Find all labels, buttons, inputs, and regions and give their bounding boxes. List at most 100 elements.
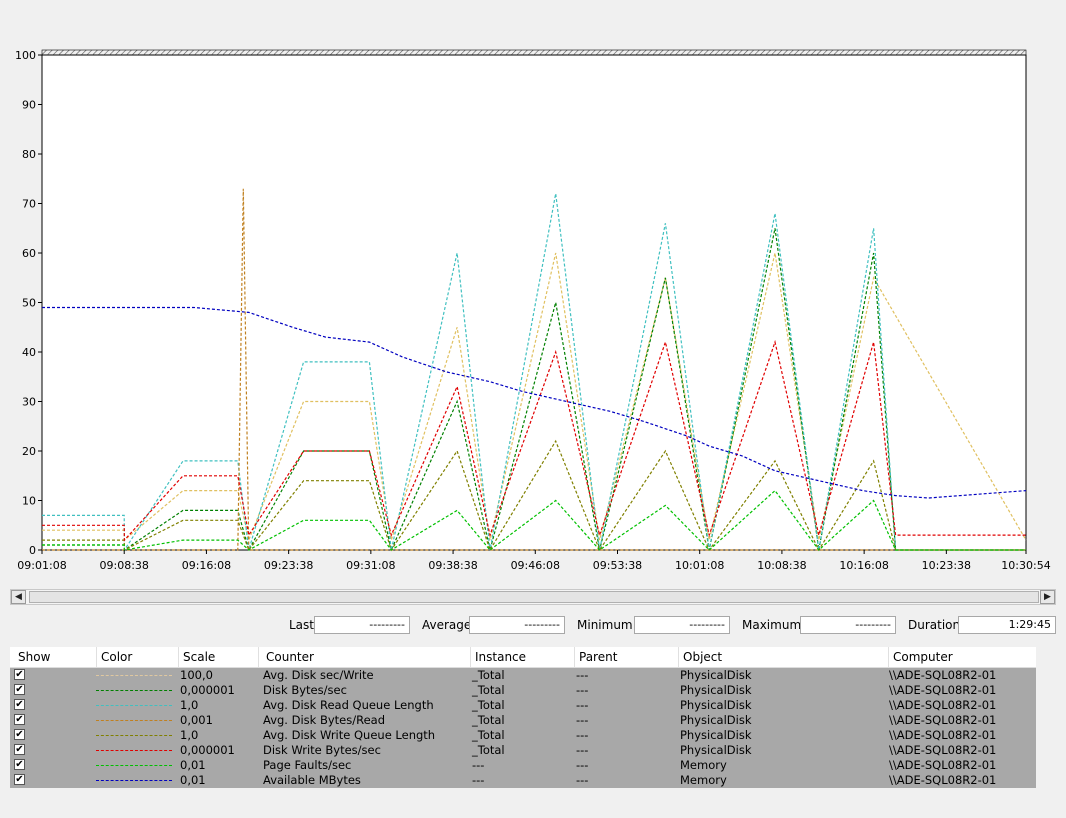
y-tick-label: 30 [22, 396, 36, 409]
computer-name: \\ADE-SQL08R2-01 [889, 713, 997, 727]
header-parent[interactable]: Parent [579, 650, 617, 664]
scrollbar-thumb[interactable] [29, 591, 1039, 603]
show-checkbox[interactable]: ✔ [14, 699, 25, 710]
color-swatch [96, 750, 172, 751]
x-tick-label: 09:38:38 [428, 559, 477, 572]
scale-value: 1,0 [180, 698, 199, 712]
legend-row[interactable]: ✔ 1,0 Avg. Disk Write Queue Length _Total --… [10, 728, 1036, 743]
legend-rows: ✔ 100,0 Avg. Disk sec/Write _Total --- Physic… [10, 668, 1036, 788]
x-tick-label: 09:16:08 [182, 559, 231, 572]
header-show[interactable]: Show [18, 650, 50, 664]
color-swatch [96, 735, 172, 736]
legend-row[interactable]: ✔ 0,01 Available MBytes --- --- Memory \\ADE-S… [10, 773, 1036, 788]
show-checkbox[interactable]: ✔ [14, 774, 25, 785]
color-swatch [96, 720, 172, 721]
x-tick-label: 09:08:38 [100, 559, 149, 572]
color-swatch [96, 765, 172, 766]
last-value: --------- [314, 616, 410, 634]
counter-name: Available MBytes [263, 773, 361, 787]
legend-row[interactable]: ✔ 1,0 Avg. Disk Read Queue Length _Total ---… [10, 698, 1036, 713]
object-name: PhysicalDisk [680, 713, 752, 727]
x-tick-label: 09:23:38 [264, 559, 313, 572]
x-tick-label: 09:31:08 [346, 559, 395, 572]
legend-row[interactable]: ✔ 0,01 Page Faults/sec --- --- Memory \\ADE-SQ… [10, 758, 1036, 773]
maximum-label: Maximum [742, 618, 802, 632]
y-tick-label: 70 [22, 198, 36, 211]
scale-value: 0,001 [180, 713, 213, 727]
scale-value: 0,000001 [180, 743, 235, 757]
average-label: Average [422, 618, 472, 632]
duration-value: 1:29:45 [958, 616, 1056, 634]
scale-value: 0,01 [180, 773, 206, 787]
x-tick-label: 10:23:38 [922, 559, 971, 572]
header-computer[interactable]: Computer [893, 650, 953, 664]
computer-name: \\ADE-SQL08R2-01 [889, 758, 997, 772]
last-label: Last [289, 618, 314, 632]
object-name: PhysicalDisk [680, 698, 752, 712]
y-tick-label: 10 [22, 495, 36, 508]
color-swatch [96, 780, 172, 781]
maximum-value: --------- [800, 616, 896, 634]
counter-legend-table: Show Color Scale Counter Instance Parent… [10, 647, 1036, 788]
legend-row[interactable]: ✔ 0,000001 Disk Bytes/sec _Total --- Physical… [10, 683, 1036, 698]
counter-name: Disk Write Bytes/sec [263, 743, 381, 757]
time-scrollbar[interactable]: ◀ ▶ [10, 589, 1056, 605]
show-checkbox[interactable]: ✔ [14, 729, 25, 740]
computer-name: \\ADE-SQL08R2-01 [889, 728, 997, 742]
x-tick-label: 10:01:08 [675, 559, 724, 572]
minimum-value: --------- [634, 616, 730, 634]
legend-row[interactable]: ✔ 100,0 Avg. Disk sec/Write _Total --- Physic… [10, 668, 1036, 683]
instance-name: _Total [472, 728, 505, 742]
header-object[interactable]: Object [683, 650, 722, 664]
x-tick-label: 09:53:38 [593, 559, 642, 572]
legend-row[interactable]: ✔ 0,000001 Disk Write Bytes/sec _Total --- Ph… [10, 743, 1036, 758]
object-name: Memory [680, 773, 727, 787]
show-checkbox[interactable]: ✔ [14, 744, 25, 755]
object-name: PhysicalDisk [680, 743, 752, 757]
minimum-label: Minimum [577, 618, 633, 632]
show-checkbox[interactable]: ✔ [14, 684, 25, 695]
counter-name: Avg. Disk Write Queue Length [263, 728, 436, 742]
header-instance[interactable]: Instance [475, 650, 526, 664]
show-checkbox[interactable]: ✔ [14, 714, 25, 725]
parent-name: --- [576, 698, 589, 712]
duration-label: Duration [908, 618, 961, 632]
parent-name: --- [576, 683, 589, 697]
show-checkbox[interactable]: ✔ [14, 759, 25, 770]
y-tick-label: 0 [29, 544, 36, 557]
y-tick-label: 50 [22, 297, 36, 310]
counter-name: Avg. Disk Read Queue Length [263, 698, 434, 712]
header-color[interactable]: Color [101, 650, 132, 664]
parent-name: --- [576, 743, 589, 757]
object-name: Memory [680, 758, 727, 772]
color-swatch [96, 690, 172, 691]
legend-row[interactable]: ✔ 0,001 Avg. Disk Bytes/Read _Total --- Physi… [10, 713, 1036, 728]
counter-name: Page Faults/sec [263, 758, 352, 772]
y-tick-label: 60 [22, 247, 36, 260]
color-swatch [96, 675, 172, 676]
scale-value: 1,0 [180, 728, 199, 742]
instance-name: --- [472, 773, 485, 787]
parent-name: --- [576, 773, 589, 787]
performance-chart[interactable]: 0 10 20 30 40 50 60 70 80 90 100 09:01:08 09:08:38 0… [0, 0, 1066, 585]
header-counter[interactable]: Counter [266, 650, 314, 664]
parent-name: --- [576, 713, 589, 727]
header-scale[interactable]: Scale [183, 650, 215, 664]
y-tick-label: 20 [22, 445, 36, 458]
show-checkbox[interactable]: ✔ [14, 669, 25, 680]
scroll-right-icon[interactable]: ▶ [1040, 590, 1055, 604]
counter-name: Avg. Disk sec/Write [263, 668, 374, 682]
instance-name: _Total [472, 683, 505, 697]
instance-name: _Total [472, 698, 505, 712]
instance-name: _Total [472, 668, 505, 682]
instance-name: --- [472, 758, 485, 772]
scale-value: 0,01 [180, 758, 206, 772]
counter-name: Disk Bytes/sec [263, 683, 347, 697]
x-tick-label: 10:30:54 [1001, 559, 1050, 572]
instance-name: _Total [472, 713, 505, 727]
scroll-left-icon[interactable]: ◀ [11, 590, 26, 604]
computer-name: \\ADE-SQL08R2-01 [889, 698, 997, 712]
average-value: --------- [469, 616, 565, 634]
instance-name: _Total [472, 743, 505, 757]
parent-name: --- [576, 758, 589, 772]
